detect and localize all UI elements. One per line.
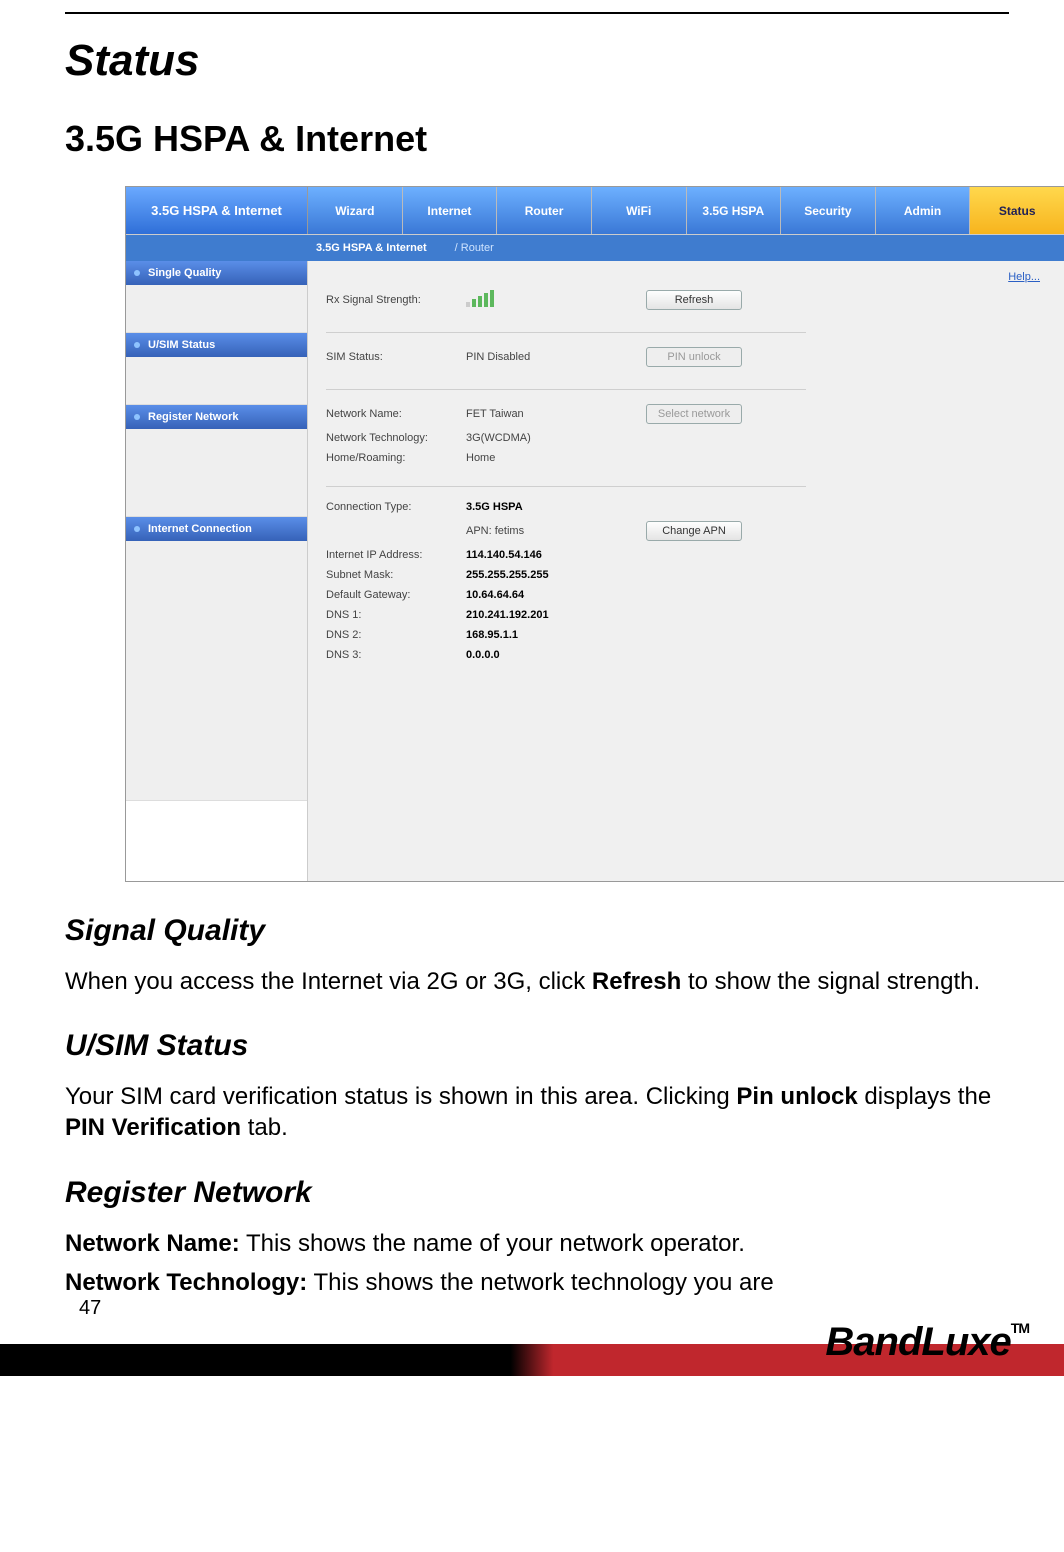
tab-internet[interactable]: Internet <box>402 187 497 234</box>
sidebar-item-register-network[interactable]: Register Network <box>126 405 307 429</box>
default-gateway-value: 10.64.64.64 <box>466 589 646 601</box>
brand-logo: BandLuxeTM <box>825 1320 1029 1365</box>
tab-admin[interactable]: Admin <box>875 187 970 234</box>
internet-ip-label: Internet IP Address: <box>326 549 466 561</box>
signal-quality-block: Rx Signal Strength: Refresh <box>326 275 806 333</box>
signal-quality-paragraph: When you access the Internet via 2G or 3… <box>65 966 1009 997</box>
connection-type-value: 3.5G HSPA <box>466 501 646 513</box>
pin-unlock-bold: Pin unlock <box>736 1083 857 1110</box>
register-network-heading: Register Network <box>65 1176 1009 1210</box>
page-footer: 47 BandLuxeTM <box>65 1330 1009 1376</box>
text: Your SIM card verification status is sho… <box>65 1083 736 1110</box>
help-link[interactable]: Help... <box>1008 271 1040 283</box>
network-name-bold: Network Name: <box>65 1230 240 1257</box>
signal-quality-heading: Signal Quality <box>65 914 1009 948</box>
tab-security[interactable]: Security <box>780 187 875 234</box>
refresh-button[interactable]: Refresh <box>646 290 742 310</box>
dns3-label: DNS 3: <box>326 649 466 661</box>
dns2-label: DNS 2: <box>326 629 466 641</box>
sidebar-gap <box>126 429 307 517</box>
sidebar-gap <box>126 357 307 405</box>
router-side-title: 3.5G HSPA & Internet <box>126 187 308 234</box>
dns3-value: 0.0.0.0 <box>466 649 646 661</box>
tab-router[interactable]: Router <box>496 187 591 234</box>
tab-wizard[interactable]: Wizard <box>308 187 402 234</box>
signal-bars-icon <box>466 289 646 310</box>
text: displays the <box>858 1083 991 1110</box>
sidebar-gap <box>126 541 307 801</box>
dns1-value: 210.241.192.201 <box>466 609 646 621</box>
network-name-label: Network Name: <box>326 408 466 420</box>
pin-verification-bold: PIN Verification <box>65 1114 241 1141</box>
register-network-block: Network Name: FET Taiwan Select network … <box>326 390 806 487</box>
sidebar-item-single-quality[interactable]: Single Quality <box>126 261 307 285</box>
select-network-button[interactable]: Select network <box>646 404 742 424</box>
router-top-bar: 3.5G HSPA & Internet Wizard Internet Rou… <box>126 187 1064 235</box>
router-left-panel: Single Quality U/SIM Status Register Net… <box>126 261 308 881</box>
subtab-hspa-internet[interactable]: 3.5G HSPA & Internet <box>316 242 427 254</box>
change-apn-button[interactable]: Change APN <box>646 521 742 541</box>
tab-wifi[interactable]: WiFi <box>591 187 686 234</box>
router-tabs: Wizard Internet Router WiFi 3.5G HSPA Se… <box>308 187 1064 234</box>
pin-unlock-button[interactable]: PIN unlock <box>646 347 742 367</box>
internet-ip-value: 114.140.54.146 <box>466 549 646 561</box>
home-roaming-value: Home <box>466 452 646 464</box>
rx-signal-label: Rx Signal Strength: <box>326 294 466 306</box>
internet-connection-block: Connection Type: 3.5G HSPA APN: fetims C… <box>326 487 806 683</box>
sidebar-item-usim-status[interactable]: U/SIM Status <box>126 333 307 357</box>
page-title: Status <box>65 36 1009 86</box>
section-heading: 3.5G HSPA & Internet <box>65 118 1009 160</box>
text: to show the signal strength. <box>681 968 980 995</box>
network-tech-value: 3G(WCDMA) <box>466 432 646 444</box>
sidebar-item-internet-connection[interactable]: Internet Connection <box>126 517 307 541</box>
text: This shows the network technology you ar… <box>307 1269 773 1296</box>
subtab-router[interactable]: / Router <box>455 242 494 254</box>
network-technology-bold: Network Technology: <box>65 1269 307 1296</box>
network-name-value: FET Taiwan <box>466 408 646 420</box>
dns1-label: DNS 1: <box>326 609 466 621</box>
sim-status-value: PIN Disabled <box>466 351 646 363</box>
apn-value: APN: fetims <box>466 525 646 537</box>
brand-text: BandLuxe <box>825 1320 1010 1364</box>
default-gateway-label: Default Gateway: <box>326 589 466 601</box>
connection-type-label: Connection Type: <box>326 501 466 513</box>
router-subtabs: 3.5G HSPA & Internet / Router <box>126 235 1064 261</box>
sidebar-gap <box>126 285 307 333</box>
page-number: 47 <box>79 1297 101 1320</box>
usim-status-paragraph: Your SIM card verification status is sho… <box>65 1081 1009 1143</box>
subnet-mask-value: 255.255.255.255 <box>466 569 646 581</box>
header-rule <box>65 12 1009 14</box>
router-body: Single Quality U/SIM Status Register Net… <box>126 261 1064 881</box>
register-network-name-paragraph: Network Name: This shows the name of you… <box>65 1228 1009 1259</box>
text: When you access the Internet via 2G or 3… <box>65 968 592 995</box>
trademark-icon: TM <box>1011 1320 1029 1336</box>
text: tab. <box>241 1114 288 1141</box>
subnet-mask-label: Subnet Mask: <box>326 569 466 581</box>
tab-status[interactable]: Status <box>969 187 1064 234</box>
usim-status-heading: U/SIM Status <box>65 1029 1009 1063</box>
text: This shows the name of your network oper… <box>240 1230 745 1257</box>
sim-status-label: SIM Status: <box>326 351 466 363</box>
tab-hspa[interactable]: 3.5G HSPA <box>686 187 781 234</box>
dns2-value: 168.95.1.1 <box>466 629 646 641</box>
refresh-bold: Refresh <box>592 968 681 995</box>
usim-status-block: SIM Status: PIN Disabled PIN unlock <box>326 333 806 390</box>
router-main-panel: Help... Rx Signal Strength: Refresh SIM … <box>308 261 1064 881</box>
router-admin-screenshot: 3.5G HSPA & Internet Wizard Internet Rou… <box>125 186 1064 882</box>
register-network-tech-paragraph: Network Technology: This shows the netwo… <box>65 1267 1009 1298</box>
network-tech-label: Network Technology: <box>326 432 466 444</box>
home-roaming-label: Home/Roaming: <box>326 452 466 464</box>
